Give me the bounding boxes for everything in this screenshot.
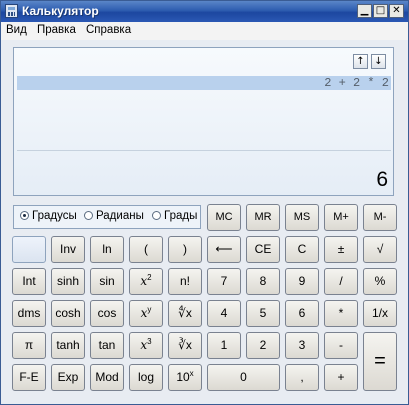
angle-unit-group: Градусы Радианы Грады bbox=[13, 205, 201, 229]
cos-button[interactable]: cos bbox=[90, 300, 124, 327]
blank-key bbox=[12, 236, 46, 263]
digit-4-button[interactable]: 4 bbox=[207, 300, 241, 327]
backspace-icon: ⟵ bbox=[215, 242, 233, 256]
pi-button[interactable]: π bbox=[12, 332, 46, 359]
close-button[interactable]: ✕ bbox=[389, 4, 404, 18]
percent-button[interactable]: % bbox=[363, 268, 397, 295]
menu-edit[interactable]: Правка bbox=[37, 24, 76, 36]
tanh-button[interactable]: tanh bbox=[51, 332, 85, 359]
exp-button[interactable]: Exp bbox=[51, 364, 85, 391]
minimize-button[interactable]: ▁ bbox=[357, 4, 372, 18]
multiply-button[interactable]: * bbox=[324, 300, 358, 327]
menu-help[interactable]: Справка bbox=[86, 24, 131, 36]
sinh-button[interactable]: sinh bbox=[51, 268, 85, 295]
radio-unchecked-icon bbox=[152, 211, 161, 220]
mc-button[interactable]: MC bbox=[207, 204, 241, 231]
history-row[interactable]: 2 + 2 * 2 bbox=[17, 76, 391, 90]
radio-grads-label: Грады bbox=[164, 210, 198, 222]
ten-power-exponent: x bbox=[189, 369, 194, 378]
history-down-button[interactable]: ↓ bbox=[371, 54, 386, 69]
radio-degrees[interactable]: Градусы bbox=[20, 210, 77, 222]
cube-root-button[interactable]: ∛x bbox=[168, 332, 202, 359]
calculator-window: Калькулятор ▁ □ ✕ Вид Правка Справка ↑ ↓… bbox=[0, 0, 409, 405]
cube-exponent: 3 bbox=[147, 337, 152, 346]
square-button[interactable]: x2 bbox=[129, 268, 163, 295]
arrow-up-icon: ↑ bbox=[356, 56, 365, 67]
calculator-display: ↑ ↓ 2 + 2 * 2 6 bbox=[13, 47, 394, 196]
digit-9-button[interactable]: 9 bbox=[285, 268, 319, 295]
history-expression: 2 + 2 * 2 bbox=[324, 76, 389, 90]
int-button[interactable]: Int bbox=[12, 268, 46, 295]
maximize-icon: □ bbox=[375, 5, 386, 16]
radio-degrees-label: Градусы bbox=[32, 210, 77, 222]
tan-button[interactable]: tan bbox=[90, 332, 124, 359]
history-up-button[interactable]: ↑ bbox=[353, 54, 368, 69]
radio-radians[interactable]: Радианы bbox=[84, 210, 144, 222]
radio-radians-label: Радианы bbox=[96, 210, 144, 222]
digit-6-button[interactable]: 6 bbox=[285, 300, 319, 327]
power-button[interactable]: xy bbox=[129, 300, 163, 327]
cosh-button[interactable]: cosh bbox=[51, 300, 85, 327]
digit-2-button[interactable]: 2 bbox=[246, 332, 280, 359]
dms-button[interactable]: dms bbox=[12, 300, 46, 327]
radio-checked-icon bbox=[20, 211, 29, 220]
square-exponent: 2 bbox=[147, 273, 152, 282]
mr-button[interactable]: MR bbox=[246, 204, 280, 231]
result-value: 6 bbox=[376, 168, 388, 191]
close-icon: ✕ bbox=[392, 5, 401, 16]
radio-unchecked-icon bbox=[84, 211, 93, 220]
ms-button[interactable]: MS bbox=[285, 204, 319, 231]
plus-button[interactable]: + bbox=[324, 364, 358, 391]
m-minus-button[interactable]: M- bbox=[363, 204, 397, 231]
right-paren-button[interactable]: ) bbox=[168, 236, 202, 263]
digit-1-button[interactable]: 1 bbox=[207, 332, 241, 359]
digit-8-button[interactable]: 8 bbox=[246, 268, 280, 295]
arrow-down-icon: ↓ bbox=[374, 56, 383, 67]
power-exponent: y bbox=[147, 305, 152, 314]
ten-power-base: 10 bbox=[176, 370, 190, 384]
window-title: Калькулятор bbox=[22, 4, 99, 18]
ten-power-button[interactable]: 10x bbox=[168, 364, 202, 391]
sin-button[interactable]: sin bbox=[90, 268, 124, 295]
ln-button[interactable]: ln bbox=[90, 236, 124, 263]
m-plus-button[interactable]: M+ bbox=[324, 204, 358, 231]
maximize-button[interactable]: □ bbox=[373, 4, 388, 18]
reciprocal-button[interactable]: 1/x bbox=[363, 300, 397, 327]
inv-button[interactable]: Inv bbox=[51, 236, 85, 263]
divide-button[interactable]: / bbox=[324, 268, 358, 295]
c-button[interactable]: C bbox=[285, 236, 319, 263]
y-root-button[interactable]: ∜x bbox=[168, 300, 202, 327]
factorial-button[interactable]: n! bbox=[168, 268, 202, 295]
sqrt-button[interactable]: √ bbox=[363, 236, 397, 263]
menu-bar: Вид Правка Справка bbox=[1, 22, 408, 40]
calculator-app-icon bbox=[5, 4, 18, 18]
title-bar[interactable]: Калькулятор ▁ □ ✕ bbox=[1, 1, 408, 22]
digit-0-button[interactable]: 0 bbox=[207, 364, 280, 391]
cube-button[interactable]: x3 bbox=[129, 332, 163, 359]
backspace-button[interactable]: ⟵ bbox=[207, 236, 241, 263]
digit-7-button[interactable]: 7 bbox=[207, 268, 241, 295]
decimal-button[interactable]: , bbox=[285, 364, 319, 391]
digit-5-button[interactable]: 5 bbox=[246, 300, 280, 327]
display-divider bbox=[17, 150, 391, 151]
digit-3-button[interactable]: 3 bbox=[285, 332, 319, 359]
ce-button[interactable]: CE bbox=[246, 236, 280, 263]
menu-view[interactable]: Вид bbox=[6, 24, 27, 36]
fe-button[interactable]: F-E bbox=[12, 364, 46, 391]
plus-minus-button[interactable]: ± bbox=[324, 236, 358, 263]
minus-button[interactable]: - bbox=[324, 332, 358, 359]
left-paren-button[interactable]: ( bbox=[129, 236, 163, 263]
radio-grads[interactable]: Грады bbox=[152, 210, 197, 222]
mod-button[interactable]: Mod bbox=[90, 364, 124, 391]
log-button[interactable]: log bbox=[129, 364, 163, 391]
minimize-icon: ▁ bbox=[360, 5, 369, 16]
equals-button[interactable]: = bbox=[363, 332, 397, 391]
